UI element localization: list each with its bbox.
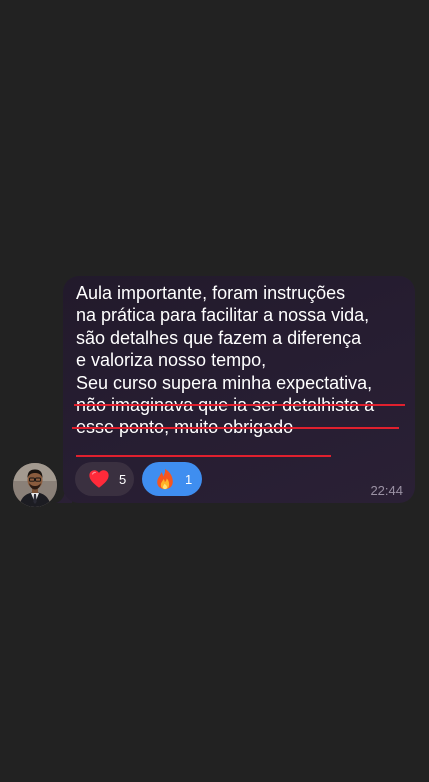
sender-avatar[interactable]	[13, 463, 57, 507]
highlight-underline	[74, 404, 405, 406]
message-timestamp: 22:44	[370, 483, 403, 498]
reaction-fire[interactable]: 1	[142, 462, 202, 496]
heart-icon	[88, 468, 110, 490]
message-line: Seu curso supera minha expectativa,	[76, 372, 373, 393]
highlight-underline	[76, 455, 331, 457]
message-line: e valoriza nosso tempo,	[76, 350, 267, 371]
reaction-heart[interactable]: 5	[75, 462, 134, 496]
message-line: são detalhes que fazem a diferença	[76, 327, 362, 348]
reaction-count: 5	[119, 471, 127, 487]
reaction-count: 1	[185, 471, 193, 487]
highlight-underline	[72, 427, 399, 429]
message-line: Aula importante, foram instruções	[76, 283, 346, 303]
message-row: Aula importante, foram instruções na prá…	[0, 0, 429, 782]
message-bubble[interactable]: Aula importante, foram instruções na prá…	[63, 276, 415, 503]
fire-icon	[154, 468, 176, 490]
message-text: Aula importante, foram instruções na prá…	[76, 282, 412, 439]
message-line: na prática para facilitar a nossa vida,	[76, 305, 370, 326]
